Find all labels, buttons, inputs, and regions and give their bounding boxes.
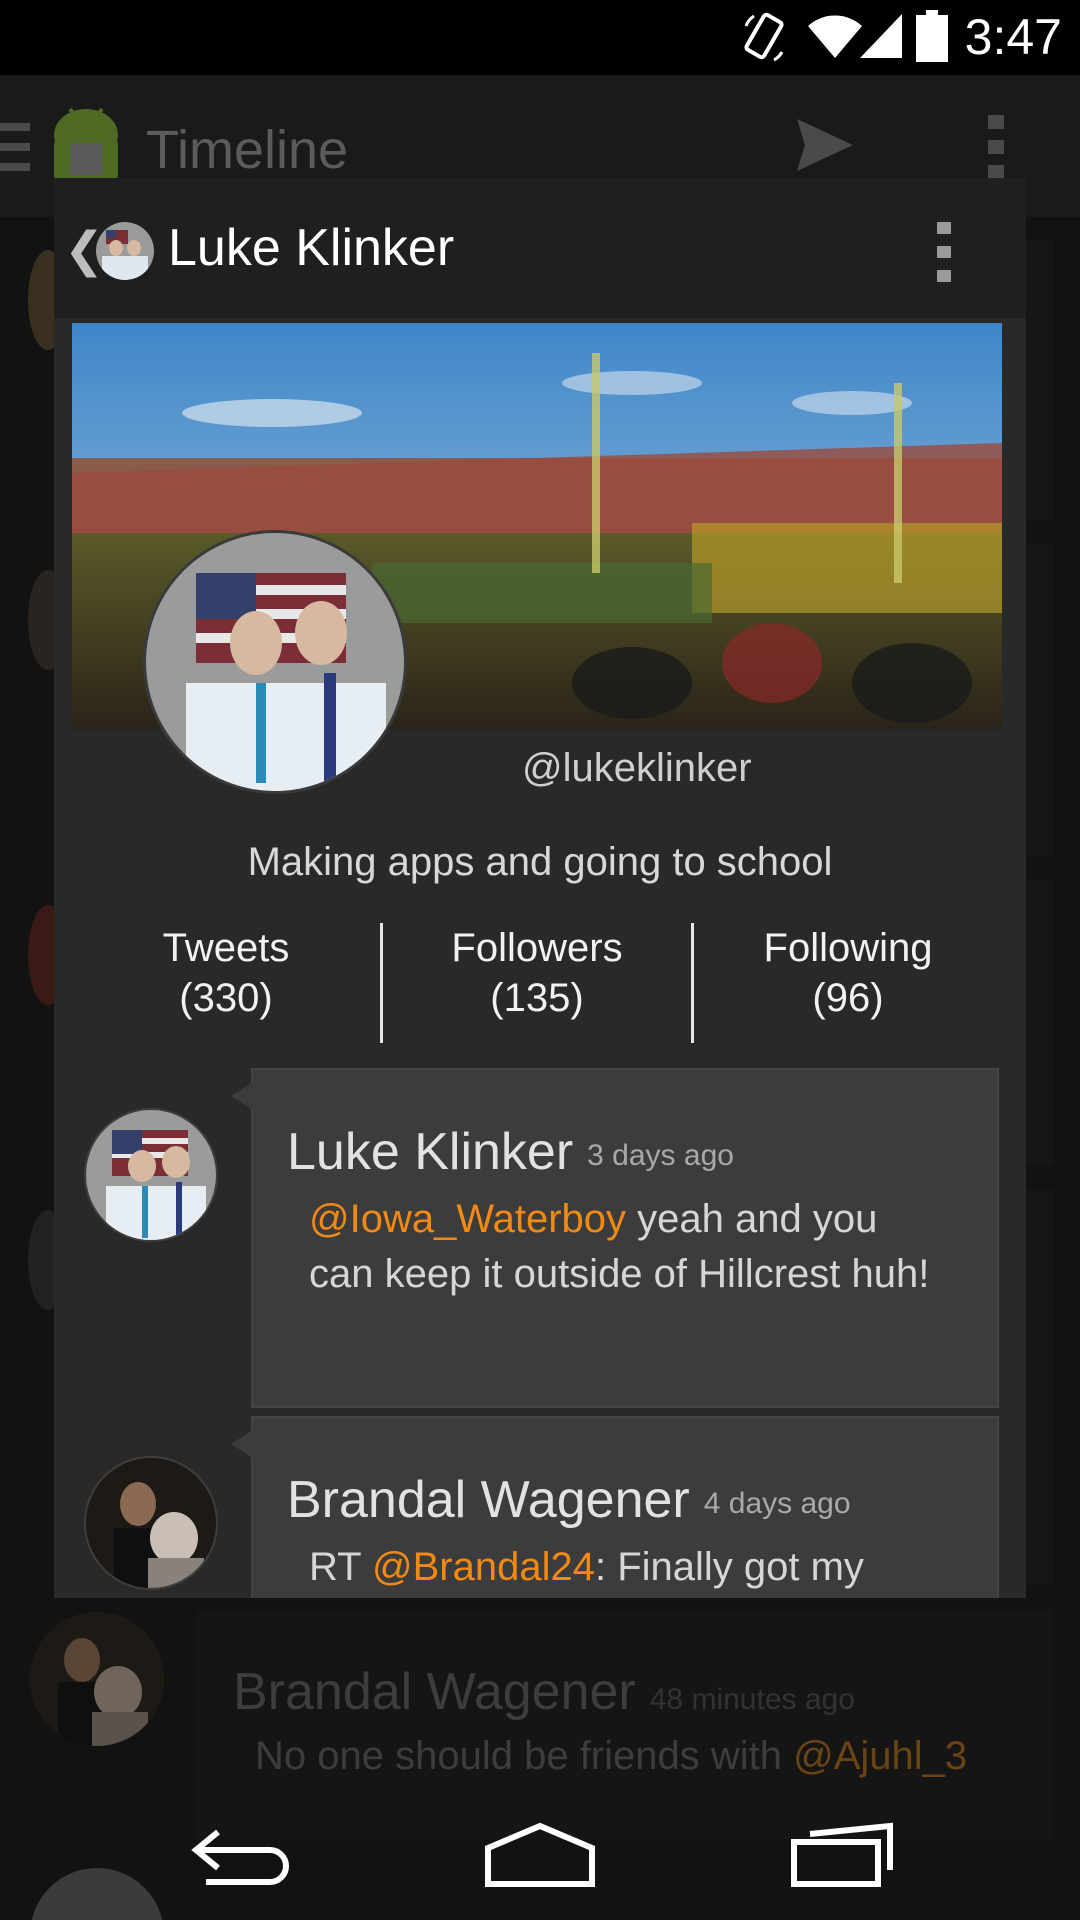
stat-count: (330)	[179, 976, 273, 1020]
stat-divider	[380, 923, 383, 1043]
stat-followers[interactable]: Followers (135)	[387, 923, 687, 1023]
list-item	[1026, 1190, 1054, 1585]
rotate-icon	[744, 12, 784, 62]
tweet-row: Brandal Wagener 4 days ago RT @Brandal24:…	[54, 1416, 1026, 1598]
profile-stats: Tweets (330) Followers (135) Following (…	[54, 923, 1026, 1048]
tweet-card[interactable]: Brandal Wagener 4 days ago RT @Brandal24:…	[231, 1416, 999, 1598]
tweet-author[interactable]: Brandal Wagener	[287, 1471, 690, 1529]
recent-apps-icon[interactable]	[790, 1822, 896, 1888]
status-bar: 3:47	[0, 0, 1080, 75]
wifi-icon	[808, 15, 862, 58]
tweet-time: 4 days ago	[703, 1487, 851, 1520]
stat-tweets[interactable]: Tweets (330)	[76, 923, 376, 1023]
signal-icon	[860, 14, 902, 58]
tweet-body: RT @Brandal24: Finally got my	[309, 1540, 949, 1595]
stat-count: (96)	[812, 976, 884, 1020]
profile-avatar[interactable]	[143, 530, 407, 794]
overflow-menu-icon[interactable]	[934, 222, 954, 282]
navigation-bar	[0, 1800, 1080, 1920]
tweet-row: Luke Klinker 3 days ago @Iowa_Waterboy ye…	[54, 1068, 1026, 1448]
drawer-menu-icon[interactable]	[0, 123, 30, 175]
status-clock: 3:47	[964, 9, 1062, 65]
stat-following[interactable]: Following (96)	[698, 923, 998, 1023]
tweet-text: : Finally got my	[594, 1545, 864, 1589]
profile-handle: @lukeklinker	[522, 746, 752, 790]
send-icon[interactable]	[795, 117, 855, 173]
tweet-card[interactable]: Luke Klinker 3 days ago @Iowa_Waterboy ye…	[231, 1068, 999, 1408]
list-item	[1026, 545, 1054, 855]
stat-label: Tweets	[162, 926, 290, 970]
tweet-author[interactable]: Luke Klinker	[287, 1123, 573, 1181]
profile-dialog: ❮ Luke Klinker @lukeklinker Making apps …	[54, 178, 1026, 1598]
tweet-mention[interactable]: @Iowa_Waterboy	[309, 1197, 626, 1241]
list-item	[1026, 880, 1054, 1165]
tweet-prefix: RT	[309, 1545, 372, 1589]
stat-count: (135)	[490, 976, 584, 1020]
battery-icon	[916, 10, 948, 62]
tweet-author: Brandal Wagener	[233, 1663, 636, 1721]
tweet-body: @Iowa_Waterboy yeah and you can keep it …	[309, 1192, 949, 1302]
avatar[interactable]	[84, 1456, 218, 1590]
stat-divider	[691, 923, 694, 1043]
app-title: Timeline	[146, 120, 349, 180]
tweet-mention[interactable]: @Brandal24	[372, 1545, 595, 1589]
home-icon[interactable]	[484, 1822, 596, 1888]
list-item	[1026, 240, 1054, 520]
tweet-time: 3 days ago	[587, 1139, 734, 1172]
tweet-time: 48 minutes ago	[649, 1683, 855, 1716]
tweet-mention[interactable]: @Ajuhl_3	[793, 1734, 967, 1778]
profile-bio: Making apps and going to school	[247, 840, 833, 884]
profile-header: ❮ Luke Klinker	[54, 178, 1026, 318]
overflow-menu-icon[interactable]	[986, 115, 1006, 179]
back-icon[interactable]	[188, 1822, 292, 1888]
stat-label: Followers	[451, 926, 623, 970]
profile-avatar-small	[96, 222, 154, 280]
avatar[interactable]	[30, 1612, 164, 1746]
profile-name: Luke Klinker	[168, 219, 455, 277]
stat-label: Following	[763, 926, 933, 970]
tweet-text: No one should be friends with	[255, 1734, 794, 1778]
avatar[interactable]	[84, 1108, 218, 1242]
